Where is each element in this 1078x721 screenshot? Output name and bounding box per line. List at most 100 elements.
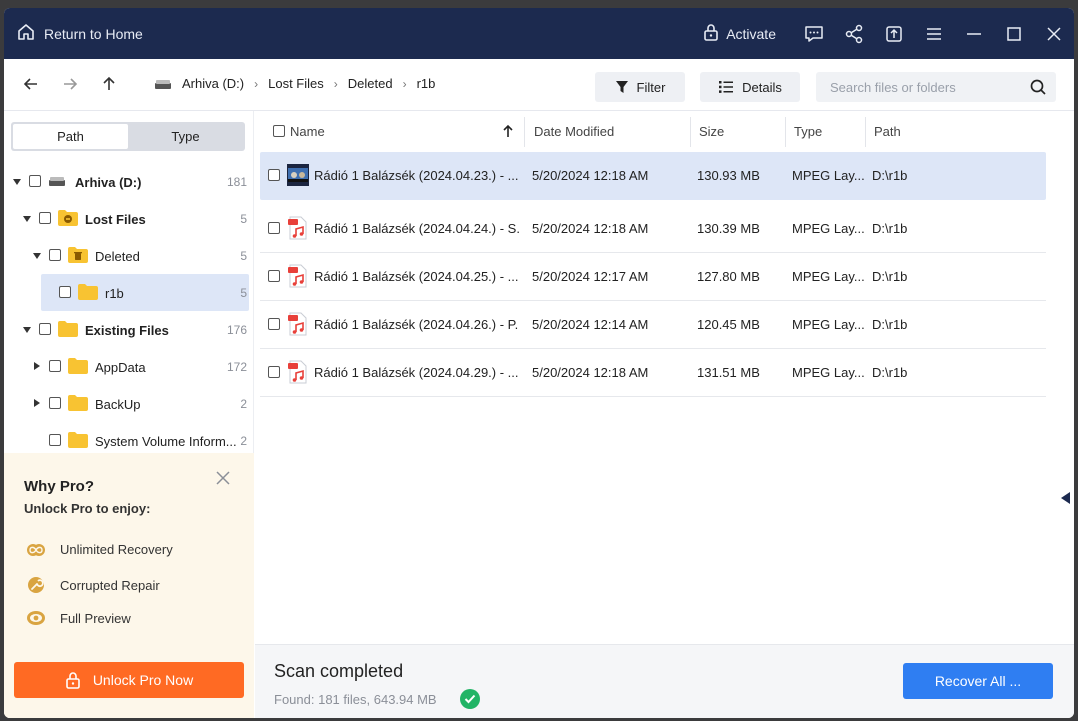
expand-arrow-icon[interactable] xyxy=(33,253,41,259)
folder-icon xyxy=(68,432,88,448)
tree-item-existing-files[interactable]: Existing Files 176 xyxy=(4,311,254,348)
tree-item-arhiva[interactable]: Arhiva (D:) 181 xyxy=(4,163,254,200)
checkbox[interactable] xyxy=(29,175,41,187)
arrow-right-icon xyxy=(62,76,78,95)
file-name: Rádió 1 Balázsék (2024.04.24.) - S... xyxy=(314,221,519,236)
column-header-type[interactable]: Type xyxy=(794,111,822,151)
table-row[interactable]: Rádió 1 Balázsék (2024.04.24.) - S... 5/… xyxy=(260,205,1046,253)
table-row[interactable]: Rádió 1 Balázsék (2024.04.25.) - ... 5/2… xyxy=(260,253,1046,301)
row-checkbox[interactable] xyxy=(268,318,280,330)
unlock-pro-button[interactable]: Unlock Pro Now xyxy=(14,662,244,698)
unlock-pro-label: Unlock Pro Now xyxy=(92,672,194,688)
tree-item-appdata[interactable]: AppData 172 xyxy=(4,348,254,385)
sort-ascending-icon[interactable] xyxy=(503,111,513,151)
minimize-icon[interactable] xyxy=(954,8,994,59)
tree-item-backup[interactable]: BackUp 2 xyxy=(4,385,254,422)
row-checkbox[interactable] xyxy=(268,169,280,181)
upload-icon[interactable] xyxy=(874,8,914,59)
breadcrumb-item[interactable]: r1b xyxy=(417,76,436,91)
tree-item-label: Deleted xyxy=(95,249,140,264)
filter-button[interactable]: Filter xyxy=(595,72,685,102)
checkbox[interactable] xyxy=(49,360,61,372)
file-path: D:\r1b xyxy=(872,269,908,284)
close-icon[interactable] xyxy=(1034,8,1074,59)
item-count: 2 xyxy=(240,434,247,448)
return-home-button[interactable]: Return to Home xyxy=(16,22,143,45)
scan-status-title: Scan completed xyxy=(274,661,404,681)
expand-arrow-icon[interactable] xyxy=(34,362,40,370)
video-thumbnail-icon xyxy=(286,163,310,187)
tree-item-deleted[interactable]: Deleted 5 xyxy=(4,237,254,274)
table-row[interactable]: Rádió 1 Balázsék (2024.04.23.) - ... 5/2… xyxy=(260,152,1046,200)
tree-item-r1b[interactable]: r1b 5 xyxy=(4,274,254,311)
details-button[interactable]: Details xyxy=(700,72,800,102)
column-header-date[interactable]: Date Modified xyxy=(534,111,614,151)
maximize-icon[interactable] xyxy=(994,8,1034,59)
file-size: 131.51 MB xyxy=(697,365,760,380)
expand-arrow-icon[interactable] xyxy=(34,399,40,407)
close-icon[interactable] xyxy=(214,469,232,487)
tab-type[interactable]: Type xyxy=(128,124,243,149)
feature-item: Unlimited Recovery xyxy=(26,542,173,557)
infinity-icon xyxy=(26,543,46,557)
file-type: MPEG Lay... xyxy=(792,317,865,332)
breadcrumb: Arhiva (D:) › Lost Files › Deleted › r1b xyxy=(154,76,435,91)
checkbox[interactable] xyxy=(39,212,51,224)
found-summary: Found: 181 files, 643.94 MB xyxy=(274,692,437,707)
table-row[interactable]: Rádió 1 Balázsék (2024.04.29.) - ... 5/2… xyxy=(260,349,1046,397)
expand-arrow-icon[interactable] xyxy=(23,216,31,222)
lock-icon xyxy=(65,671,81,689)
row-checkbox[interactable] xyxy=(268,270,280,282)
column-divider[interactable] xyxy=(524,117,525,147)
checkbox[interactable] xyxy=(49,249,61,261)
chevron-right-icon: › xyxy=(333,76,338,91)
menu-icon[interactable] xyxy=(914,8,954,59)
app-window: Return to Home Activate Arhiva (D:) › Lo… xyxy=(4,8,1074,718)
arrow-left-icon xyxy=(23,76,39,95)
up-button[interactable] xyxy=(89,65,129,105)
expand-arrow-icon[interactable] xyxy=(23,327,31,333)
file-list: Name Date Modified Size Type Path Rádió … xyxy=(255,111,1074,641)
checkbox[interactable] xyxy=(49,397,61,409)
breadcrumb-item[interactable]: Deleted xyxy=(348,76,393,91)
promo-title: Why Pro? xyxy=(24,478,94,495)
row-checkbox[interactable] xyxy=(268,366,280,378)
breadcrumb-item[interactable]: Arhiva (D:) xyxy=(182,76,244,91)
feature-label: Corrupted Repair xyxy=(60,577,160,593)
view-toggle: Path Type xyxy=(11,122,245,151)
column-divider[interactable] xyxy=(865,117,866,147)
table-row[interactable]: Rádió 1 Balázsék (2024.04.26.) - P... 5/… xyxy=(260,301,1046,349)
share-icon[interactable] xyxy=(834,8,874,59)
column-header-size[interactable]: Size xyxy=(699,111,724,151)
breadcrumb-item[interactable]: Lost Files xyxy=(268,76,324,91)
back-button[interactable] xyxy=(11,65,51,105)
folder-tree: Arhiva (D:) 181 Lost Files 5 Deleted 5 r… xyxy=(4,163,254,459)
column-header-name[interactable]: Name xyxy=(290,111,325,151)
tab-path[interactable]: Path xyxy=(13,124,128,149)
folder-icon xyxy=(78,284,98,300)
file-name: Rádió 1 Balázsék (2024.04.29.) - ... xyxy=(314,365,519,380)
checkbox[interactable] xyxy=(49,434,61,446)
column-header-path[interactable]: Path xyxy=(874,111,901,151)
column-divider[interactable] xyxy=(690,117,691,147)
file-path: D:\r1b xyxy=(872,168,908,183)
row-checkbox[interactable] xyxy=(268,222,280,234)
column-divider[interactable] xyxy=(785,117,786,147)
tree-item-label: AppData xyxy=(95,360,146,375)
feedback-icon[interactable] xyxy=(794,8,834,59)
recover-all-button[interactable]: Recover All ... xyxy=(903,663,1053,699)
activate-label: Activate xyxy=(726,25,776,42)
checkbox[interactable] xyxy=(59,286,71,298)
item-count: 5 xyxy=(240,286,247,300)
file-type: MPEG Lay... xyxy=(792,269,865,284)
preview-panel-toggle-icon[interactable] xyxy=(1061,492,1070,504)
tree-item-lost-files[interactable]: Lost Files 5 xyxy=(4,200,254,237)
search-icon[interactable] xyxy=(1030,79,1046,95)
feature-item: Full Preview xyxy=(26,610,131,626)
select-all-checkbox[interactable] xyxy=(273,125,285,137)
activate-button[interactable]: Activate xyxy=(703,23,776,44)
search-input[interactable] xyxy=(830,79,1020,95)
forward-button[interactable] xyxy=(50,65,90,105)
expand-arrow-icon[interactable] xyxy=(13,179,21,185)
checkbox[interactable] xyxy=(39,323,51,335)
